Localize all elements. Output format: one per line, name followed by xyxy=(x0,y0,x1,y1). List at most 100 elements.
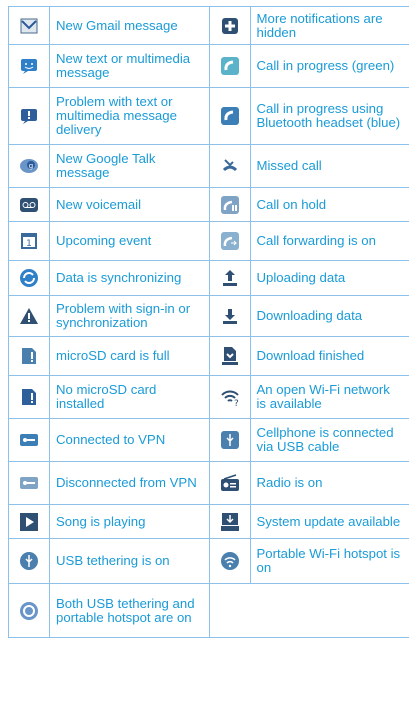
notification-entry: Problem with text or multimedia message … xyxy=(8,88,209,144)
icon-cell: 1 xyxy=(9,222,50,260)
notification-entry: Call forwarding is on xyxy=(208,222,409,260)
icon-cell xyxy=(210,7,251,44)
icon-cell xyxy=(210,539,251,583)
icon-cell xyxy=(9,337,50,375)
call-bluetooth-icon xyxy=(220,107,239,125)
svg-text:g: g xyxy=(29,162,33,170)
icon-cell xyxy=(210,45,251,87)
notification-entry: New voicemail xyxy=(8,188,209,221)
system-update-icon xyxy=(220,512,239,531)
icon-cell xyxy=(9,296,50,336)
icon-cell: ? xyxy=(210,376,251,418)
usb-icon xyxy=(220,431,239,449)
sms-icon xyxy=(21,59,37,74)
status-description: No microSD card installed xyxy=(56,382,157,411)
table-row: No microSD card installed ? An open Wi-Fi … xyxy=(8,376,409,419)
notification-entry: Call in progress using Bluetooth headset… xyxy=(208,88,409,144)
icon-cell xyxy=(210,145,251,187)
icon-cell xyxy=(9,376,50,418)
notification-entry: System update available xyxy=(208,505,409,538)
icon-cell xyxy=(9,45,50,87)
notification-entry: New Gmail message xyxy=(8,7,209,44)
status-description: Problem with text or multimedia message … xyxy=(56,94,177,137)
notification-entry: ? An open Wi-Fi network is available xyxy=(208,376,409,418)
hotspot-icon xyxy=(220,552,239,570)
table-row: New voicemail Call on hold xyxy=(8,188,409,222)
notification-entry: Disconnected from VPN xyxy=(8,462,209,504)
status-description: New text or multimedia message xyxy=(56,51,191,80)
vpn-off-icon xyxy=(20,477,38,489)
upload-icon xyxy=(222,270,237,286)
status-description: New voicemail xyxy=(56,196,142,212)
sd-full-icon xyxy=(22,348,36,364)
notification-entry: Radio is on xyxy=(208,462,409,504)
more-notifications-icon xyxy=(221,17,238,34)
notification-entry: New text or multimedia message xyxy=(8,45,209,87)
notification-entry: Problem with sign-in or synchronization xyxy=(8,296,209,336)
icon-cell xyxy=(9,7,50,44)
icon-cell xyxy=(210,88,251,144)
table-row: Both USB tethering and portable hotspot … xyxy=(8,584,409,638)
status-description: Call forwarding is on xyxy=(256,233,376,248)
status-description: Call on hold xyxy=(256,196,327,212)
svg-text:?: ? xyxy=(234,399,239,407)
icon-cell xyxy=(210,337,251,375)
notification-entry: No microSD card installed xyxy=(8,376,209,418)
status-description: New Google Talk message xyxy=(56,151,156,180)
status-description: Radio is on xyxy=(256,475,323,490)
table-row: microSD card is full Download finished xyxy=(8,337,409,376)
vpn-icon xyxy=(20,434,38,446)
icon-cell xyxy=(9,188,50,221)
status-description: Upcoming event xyxy=(56,233,152,248)
table-row: New Gmail message More notifications are … xyxy=(8,6,409,45)
status-description: Downloading data xyxy=(256,308,363,323)
icon-cell xyxy=(9,88,50,144)
status-description: Call in progress (green) xyxy=(256,58,395,73)
usb-hotspot-icon xyxy=(20,601,38,620)
table-row: Connected to VPN Cellphone is connected v… xyxy=(8,419,409,462)
notification-entry: More notifications are hidden xyxy=(208,7,409,44)
notification-entry: 1 Upcoming event xyxy=(8,222,209,260)
notification-entry: Connected to VPN xyxy=(8,419,209,461)
play-icon xyxy=(20,512,38,531)
table-row: Problem with text or multimedia message … xyxy=(8,88,409,145)
status-description: New Gmail message xyxy=(56,17,178,33)
icon-cell xyxy=(210,462,251,504)
table-row: g New Google Talk message Missed call xyxy=(8,145,409,188)
status-description: Portable Wi-Fi hotspot is on xyxy=(256,546,401,575)
gmail-icon xyxy=(20,18,38,33)
download-icon xyxy=(222,309,237,324)
warning-icon xyxy=(20,308,38,324)
sync-icon xyxy=(20,269,38,287)
voicemail-icon xyxy=(20,197,38,212)
table-row: Song is playing System update available xyxy=(8,505,409,539)
call-forward-icon xyxy=(220,232,239,250)
icon-table: New Gmail message More notifications are … xyxy=(8,6,409,638)
status-description: Problem with sign-in or synchronization xyxy=(56,301,191,330)
table-row: Data is synchronizing Uploading data xyxy=(8,261,409,296)
status-description: System update available xyxy=(256,513,401,529)
notification-entry: Call on hold xyxy=(208,188,409,221)
notification-entry: Song is playing xyxy=(8,505,209,538)
status-description: Data is synchronizing xyxy=(56,270,182,285)
svg-text:1: 1 xyxy=(26,239,32,249)
call-green-icon xyxy=(220,57,239,75)
icon-cell xyxy=(210,261,251,295)
icon-cell xyxy=(9,462,50,504)
status-description: Uploading data xyxy=(256,270,346,285)
table-row: New text or multimedia message Call in pr… xyxy=(8,45,409,88)
icon-cell xyxy=(9,261,50,295)
notification-entry: Call in progress (green) xyxy=(208,45,409,87)
notification-entry: Data is synchronizing xyxy=(8,261,209,295)
notification-entry: Both USB tethering and portable hotspot … xyxy=(8,584,209,637)
icon-cell xyxy=(210,419,251,461)
status-description: Missed call xyxy=(256,158,322,173)
talk-icon: g xyxy=(20,159,38,173)
table-row: Disconnected from VPN Radio is on xyxy=(8,462,409,505)
status-description: Connected to VPN xyxy=(56,432,166,447)
notification-entry: USB tethering is on xyxy=(8,539,209,583)
missed-call-icon xyxy=(222,159,237,172)
calendar-icon: 1 xyxy=(21,233,37,249)
open-wifi-icon: ? xyxy=(220,390,239,407)
notification-entry: Cellphone is connected via USB cable xyxy=(208,419,409,461)
